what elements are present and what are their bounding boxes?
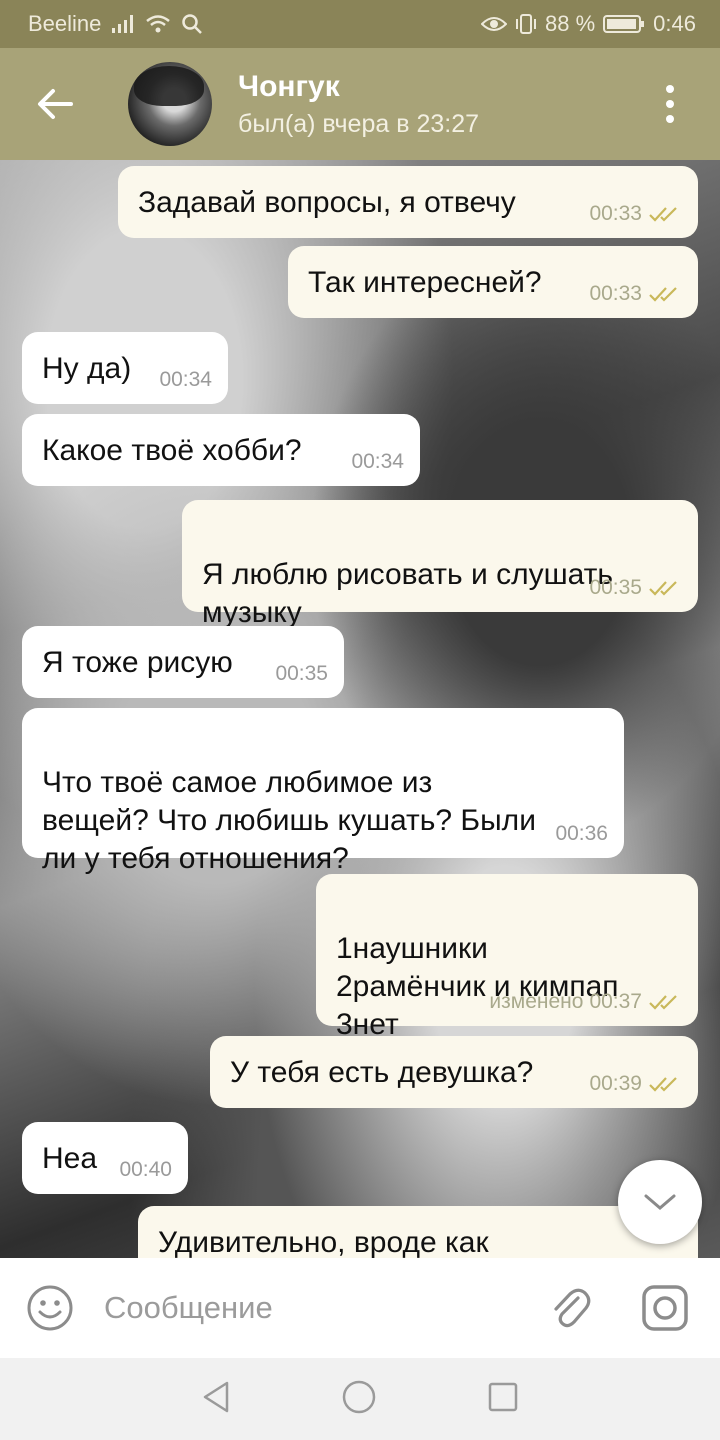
battery-percent: 88 % <box>545 11 596 36</box>
message-time: 00:33 <box>589 282 642 305</box>
wifi-icon <box>146 15 171 33</box>
message-text: Что твоё самое любимое из вещей? Что люб… <box>42 766 536 875</box>
back-arrow-icon <box>38 89 73 119</box>
message-bubble-incoming[interactable]: Ну да) 00:34 <box>22 332 228 404</box>
message-text: У тебя есть девушка? <box>230 1056 534 1089</box>
message-bubble-outgoing[interactable]: Задавай вопросы, я отвечу 00:33 <box>118 166 698 238</box>
message-time: 00:34 <box>351 450 404 473</box>
vibrate-icon <box>516 14 537 34</box>
edited-label: изменено <box>489 990 584 1013</box>
last-seen-status: был(а) вчера в 23:27 <box>238 109 480 138</box>
message-time: 00:36 <box>555 822 608 845</box>
eye-icon <box>481 17 508 31</box>
message-text: Неа <box>42 1142 98 1175</box>
chevron-down-icon <box>644 1194 676 1210</box>
message-time: 00:33 <box>589 202 642 225</box>
chat-area[interactable]: Задавай вопросы, я отвечу 00:33 Так инте… <box>0 160 720 1258</box>
read-checks-icon <box>649 287 677 302</box>
message-bubble-outgoing[interactable]: У тебя есть девушка? 00:39 <box>210 1036 698 1108</box>
message-text: 1наушники 2рамёнчик и кимпап 3нет <box>336 932 619 1041</box>
message-bubble-outgoing[interactable]: 1наушники 2рамёнчик и кимпап 3нет измене… <box>316 874 698 1041</box>
message-bubble-incoming[interactable]: Какое твоё хобби? 00:34 <box>22 414 420 486</box>
system-navigation-bar <box>0 1358 720 1440</box>
message-time: 00:37 <box>589 990 642 1013</box>
read-checks-icon <box>649 995 677 1010</box>
contact-name: Чонгук <box>238 69 340 103</box>
circle-home-icon <box>342 1380 376 1413</box>
paperclip-icon <box>554 1288 591 1328</box>
read-checks-icon <box>649 1077 677 1092</box>
read-checks-icon <box>649 581 677 596</box>
nav-home-button[interactable] <box>341 1379 377 1420</box>
message-bubble-outgoing[interactable]: Так интересней? 00:33 <box>288 246 698 318</box>
message-input[interactable]: Сообщение <box>100 1290 530 1326</box>
nav-back-button[interactable] <box>201 1380 231 1419</box>
message-text: Ну да) <box>42 352 132 385</box>
camera-icon <box>642 1285 688 1331</box>
emoji-icon <box>27 1285 73 1331</box>
carrier-label: Beeline <box>28 11 102 36</box>
chat-header: Чонгук был(а) вчера в 23:27 <box>0 48 720 160</box>
message-bubble-incoming[interactable]: Что твоё самое любимое из вещей? Что люб… <box>22 708 624 875</box>
message-time: 00:34 <box>159 368 212 391</box>
more-options-button[interactable] <box>650 84 690 124</box>
battery-icon <box>603 15 645 33</box>
message-composer: Сообщение <box>0 1258 720 1358</box>
message-time: 00:35 <box>275 662 328 685</box>
message-bubble-incoming[interactable]: Неа 00:40 <box>22 1122 188 1194</box>
status-bar: Beeline 88 % 0:46 <box>0 0 720 48</box>
message-bubble-incoming[interactable]: Я тоже рисую 00:35 <box>22 626 344 698</box>
message-text: Удивительно, вроде как <box>158 1226 489 1258</box>
read-checks-icon <box>649 207 677 222</box>
message-text: Я люблю рисовать и слушать музыку <box>202 558 614 629</box>
message-time: 00:40 <box>119 1158 172 1181</box>
square-recents-icon <box>488 1382 518 1411</box>
message-bubble-outgoing[interactable]: Удивительно, вроде как <box>138 1206 698 1258</box>
contact-info[interactable]: Чонгук был(а) вчера в 23:27 <box>238 70 479 139</box>
message-text: Задавай вопросы, я отвечу <box>138 186 516 219</box>
message-time: 00:35 <box>589 576 642 599</box>
nav-recents-button[interactable] <box>487 1381 519 1418</box>
clock: 0:46 <box>653 11 696 36</box>
camera-button[interactable] <box>610 1284 720 1332</box>
message-bubble-outgoing[interactable]: Я люблю рисовать и слушать музыку 00:35 <box>182 500 698 629</box>
message-text: Так интересней? <box>308 266 542 299</box>
contact-avatar[interactable] <box>128 62 212 146</box>
message-text: Какое твоё хобби? <box>42 434 302 467</box>
message-time: 00:39 <box>589 1072 642 1095</box>
triangle-back-icon <box>203 1381 229 1412</box>
attach-button[interactable] <box>530 1284 610 1332</box>
search-status-icon <box>182 14 203 34</box>
emoji-button[interactable] <box>0 1284 100 1332</box>
message-text: Я тоже рисую <box>42 646 233 679</box>
scroll-to-bottom-button[interactable] <box>618 1160 702 1244</box>
more-vert-icon <box>666 85 674 93</box>
back-button[interactable] <box>0 48 110 160</box>
signal-icon <box>112 15 134 33</box>
